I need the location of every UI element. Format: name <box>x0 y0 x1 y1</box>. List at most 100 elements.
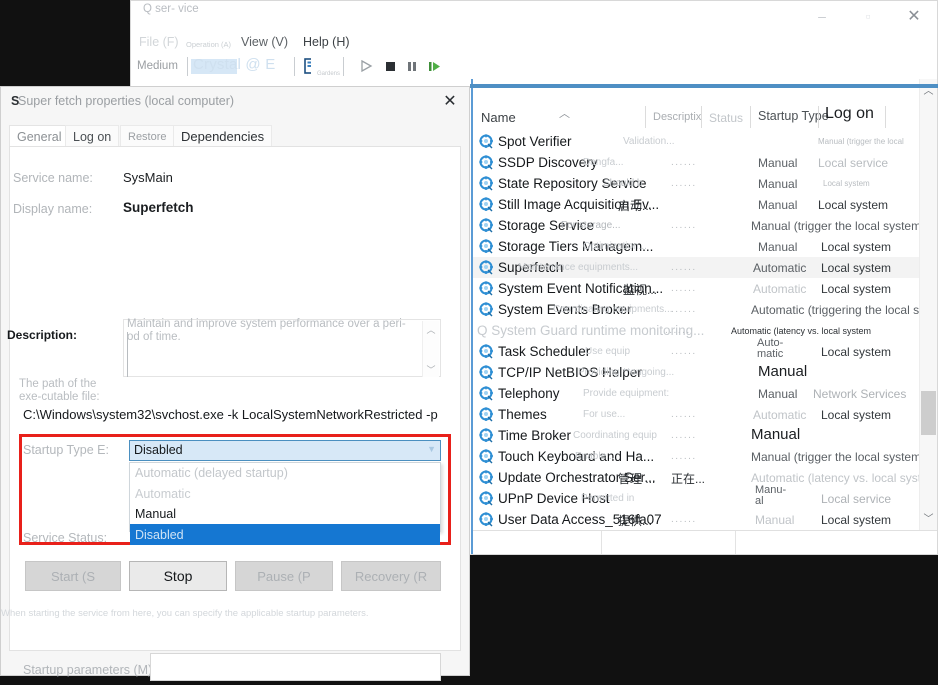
table-row[interactable]: TCP/IP NetBIOS Helper Providing **ongoing… <box>473 362 919 383</box>
toolbar-crystal-label[interactable]: Crystal @ E <box>193 56 275 73</box>
table-row[interactable]: Telephony Provide equipment: Manual Network… <box>473 383 919 404</box>
service-startup-type-cell: Automatic (triggering the local system <box>751 303 919 317</box>
description-scrollbar[interactable]: ︿ ﹀ <box>422 321 439 377</box>
services-rows[interactable]: Spot Verifier Validation... Manual (trigge… <box>473 131 919 530</box>
table-row[interactable]: Still Image Acquisition Ev... 启动... Manual… <box>473 194 919 215</box>
menu-item-help[interactable]: Help (H) <box>303 35 350 49</box>
stop-button[interactable]: Stop <box>129 561 227 591</box>
column-header-name[interactable]: Name <box>481 110 516 125</box>
table-row[interactable]: System Events Broker Coordinating equipme… <box>473 299 919 320</box>
dropdown-option-disabled[interactable]: Disabled <box>130 524 440 545</box>
column-header-logon[interactable]: Log on <box>825 105 874 123</box>
scrollbar-thumb[interactable] <box>921 391 936 435</box>
table-row[interactable]: Storage Tiers Managem... Optimization... M… <box>473 236 919 257</box>
column-divider-3[interactable] <box>750 106 751 128</box>
service-status-cell: ...... <box>671 451 697 462</box>
toolbar-separator-2 <box>294 57 295 76</box>
start-button[interactable]: Start (S <box>25 561 121 591</box>
dialog-close-icon[interactable]: ✕ <box>437 90 463 112</box>
table-row[interactable]: Touch Keyboard and Ha... Enable......... M… <box>473 446 919 467</box>
toolbar-medium-label: Medium <box>137 60 178 72</box>
column-divider-1[interactable] <box>645 106 646 128</box>
tab-restore[interactable]: Restore <box>120 125 175 147</box>
pause-icon[interactable] <box>405 59 419 73</box>
column-divider-5[interactable] <box>885 106 886 128</box>
footer-divider-1 <box>601 531 602 554</box>
table-row[interactable]: User Data Access_516fa07 提供......... Manua… <box>473 509 919 530</box>
menu-item-operation[interactable]: Operation (A) <box>186 40 231 49</box>
column-header-description[interactable]: Descriptix <box>653 111 701 123</box>
tab-dependencies[interactable]: Dependencies <box>173 125 273 147</box>
tab-general[interactable]: General <box>9 125 70 147</box>
startup-parameters-input[interactable] <box>150 653 441 681</box>
column-divider-2[interactable] <box>701 106 702 128</box>
table-row[interactable]: Spot Verifier Validation... Manual (trigge… <box>473 131 919 152</box>
service-startup-type-cell: Manu- al <box>755 484 787 507</box>
play-icon[interactable] <box>359 59 373 73</box>
pause-button[interactable]: Pause (P <box>235 561 333 591</box>
display-name-value: Superfetch <box>123 200 194 215</box>
service-startup-type-cell: Manual <box>758 198 798 212</box>
dropdown-option-automatic-delayed[interactable]: Automatic (delayed startup) <box>130 463 440 483</box>
restart-icon[interactable] <box>427 59 441 73</box>
table-row[interactable]: Q System Guard runtime monitoring.......… <box>473 320 919 341</box>
service-gear-icon <box>479 344 494 359</box>
minimize-icon[interactable]: – <box>799 1 845 31</box>
menu-item-file[interactable]: File (F) <box>139 35 179 49</box>
display-name-label: Display name: <box>13 202 93 216</box>
scroll-down-icon[interactable]: ﹀ <box>920 509 937 526</box>
dropdown-option-automatic[interactable]: Automatic <box>130 484 440 504</box>
table-row[interactable]: Themes For use......... Automatic Local sys… <box>473 404 919 425</box>
column-divider-4[interactable] <box>818 106 819 128</box>
service-logon-cell: Local system <box>821 513 892 527</box>
text-caret <box>127 332 128 377</box>
tab-log-on[interactable]: Log on <box>65 125 120 147</box>
startup-type-dropdown-list[interactable]: Automatic (delayed startup) Automatic Ma… <box>129 462 441 545</box>
service-description-cell: Provide equipment: <box>583 388 670 399</box>
service-logon-cell: Local system <box>821 261 892 275</box>
service-gear-icon <box>479 512 494 527</box>
service-gear-icon <box>479 302 494 317</box>
table-row[interactable]: SSDP Discovery Dangfa......... Manual Local… <box>473 152 919 173</box>
table-row[interactable]: Storage Service For storage......... Manua… <box>473 215 919 236</box>
service-name-cell: Task Scheduler <box>498 344 591 359</box>
table-row[interactable]: UPnP Device Host Permitted in Manu- al Loca… <box>473 484 919 509</box>
table-row[interactable]: Update Orchestrator Ser... 管理 ... 正在... Aut… <box>473 467 919 488</box>
service-gear-icon <box>479 386 494 401</box>
service-description-cell: 管理 ... <box>618 472 656 486</box>
service-status-cell: 正在... <box>671 472 706 486</box>
service-description-cell: Dangfa... <box>583 157 624 168</box>
service-logon-cell: Local service <box>818 156 889 170</box>
description-scroll-up-icon[interactable]: ︿ <box>423 321 439 337</box>
service-description-cell: For use... <box>583 409 626 420</box>
service-logon-cell: Local service <box>821 492 892 506</box>
dialog-title: Super fetch properties (local computer) <box>18 94 235 108</box>
list-scrollbar[interactable]: ︿ ﹀ <box>919 79 937 530</box>
service-status-cell: ...... <box>671 346 697 357</box>
executable-path-label: The path of the exe-cutable file: <box>19 378 100 403</box>
service-status-cell: ...... <box>671 157 697 168</box>
service-logon-cell: Local system <box>821 282 892 296</box>
description-scroll-down-icon[interactable]: ﹀ <box>423 361 439 377</box>
table-row[interactable]: Superfetch Maintenance equipments........… <box>473 257 919 278</box>
chevron-down-icon[interactable]: ▼ <box>427 444 436 454</box>
service-description-cell: 提供... <box>618 514 653 528</box>
service-startup-type-cell: Automatic <box>753 261 807 275</box>
menubar: File (F) Operation (A) View (V) Help (H) <box>131 33 937 56</box>
table-row[interactable]: State Repository Service Should b...... Ma… <box>473 173 919 194</box>
stop-icon[interactable] <box>383 59 397 73</box>
list-footer <box>473 530 937 554</box>
service-name-label: Service name: <box>13 171 93 185</box>
maximize-icon[interactable]: ▫ <box>845 1 891 31</box>
service-startup-type-cell: Automatic (latency vs. local system <box>751 471 919 485</box>
dropdown-option-manual[interactable]: Manual <box>130 504 440 524</box>
service-status-cell: ...... <box>671 262 697 273</box>
recovery-button[interactable]: Recovery (R <box>341 561 441 591</box>
table-row[interactable]: Time Broker Coordinating equip...... Manua… <box>473 425 919 446</box>
menu-item-view[interactable]: View (V) <box>241 35 288 49</box>
service-name-cell: Telephony <box>498 386 560 401</box>
table-row[interactable]: Task Scheduler Use equip...... Auto- matic… <box>473 338 919 362</box>
column-header-status[interactable]: Status <box>709 111 743 125</box>
table-row[interactable]: System Event Notification... 监视......... A… <box>473 278 919 299</box>
close-icon[interactable]: ✕ <box>891 1 937 31</box>
